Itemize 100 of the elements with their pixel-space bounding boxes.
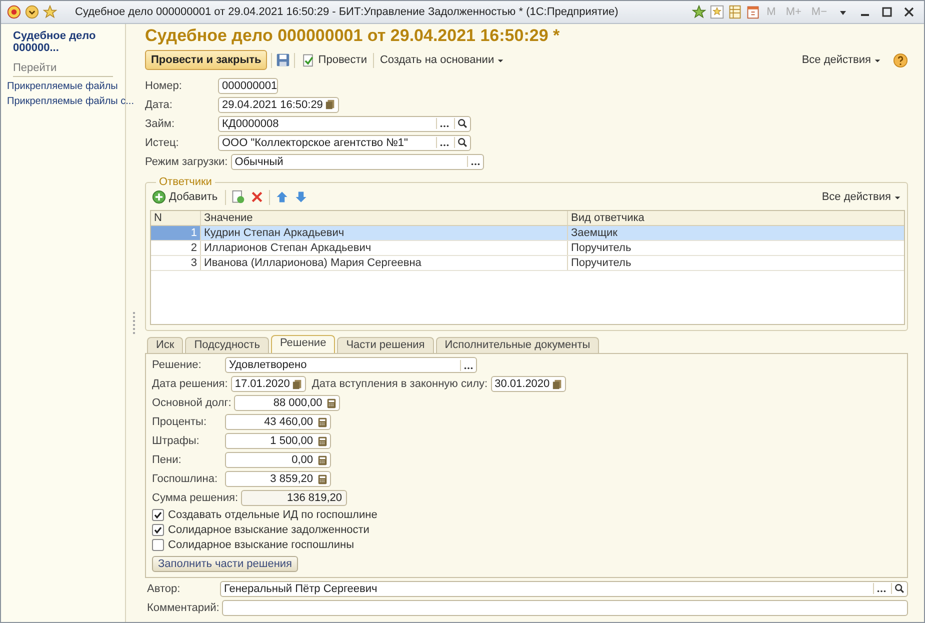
maximize-icon[interactable] — [882, 7, 892, 17]
search-icon[interactable] — [454, 118, 468, 129]
checkbox[interactable] — [152, 509, 164, 521]
field-label: Номер: — [145, 80, 183, 92]
calculator-icon[interactable] — [326, 398, 338, 408]
column-header[interactable]: Вид ответчика — [568, 211, 904, 225]
input-field[interactable]: 000000001 — [218, 78, 278, 94]
input-field[interactable]: 17.01.2020 — [230, 376, 306, 392]
field-label: Решение: — [152, 359, 202, 371]
splitter-handle[interactable] — [133, 312, 135, 334]
table-cell-text: Поручитель — [570, 256, 632, 270]
input-field[interactable]: 3 859,20 — [225, 471, 331, 487]
input-field[interactable] — [222, 600, 908, 616]
group-title: Ответчики — [158, 176, 213, 188]
tab[interactable]: Подсудность — [185, 337, 269, 353]
table-cell: 1 — [151, 226, 201, 240]
table-cell-text: Заемщик — [570, 226, 618, 240]
column-header[interactable]: Значение — [201, 211, 568, 225]
move-up-icon[interactable] — [274, 190, 289, 204]
sidebar-section-title: Перейти — [13, 62, 113, 77]
close-icon[interactable] — [904, 7, 914, 17]
choose-icon[interactable] — [436, 118, 450, 129]
caret-icon — [894, 194, 901, 200]
all-actions-menu[interactable]: Все действия — [800, 54, 883, 66]
post-button[interactable]: Провести — [299, 53, 369, 67]
tab[interactable]: Решение — [270, 335, 336, 353]
table-cell: 3 — [151, 256, 201, 270]
input-field[interactable]: 30.01.2020 — [490, 376, 566, 392]
calendar-icon[interactable] — [292, 378, 303, 390]
tab[interactable]: Исполнительные документы — [436, 337, 600, 353]
choose-icon[interactable] — [466, 156, 481, 167]
field-label: Дата: — [145, 98, 174, 110]
input-field[interactable]: Обычный — [230, 154, 484, 170]
caret-icon — [497, 56, 504, 64]
field-label: Займ: — [145, 118, 176, 130]
save-icon[interactable] — [276, 53, 290, 67]
input-field[interactable]: Удовлетворено — [225, 357, 477, 373]
table-cell: Илларионов Степан Аркадьевич — [201, 241, 568, 255]
field-label: Основной долг: — [152, 397, 232, 409]
copy-icon[interactable] — [230, 190, 245, 204]
input-field[interactable]: 29.04.2021 16:50:29 — [218, 96, 339, 112]
fill-parts-button[interactable]: Заполнить части решения — [152, 556, 298, 572]
checkbox-label: Создавать отдельные ИД по госпошлине — [168, 509, 378, 521]
input-field[interactable]: 88 000,00 — [234, 395, 340, 411]
all-actions-menu[interactable]: Все действия — [820, 191, 903, 203]
table-cell: Кудрин Степан Аркадьевич — [201, 226, 568, 240]
input-field[interactable]: 1 500,00 — [225, 433, 331, 449]
tab[interactable]: Части решения — [337, 337, 434, 353]
input-field[interactable]: Генеральный Пётр Сергеевич — [220, 580, 908, 596]
star-icon[interactable] — [43, 5, 57, 19]
checkbox[interactable] — [152, 539, 164, 551]
table-row[interactable]: 3 Иванова (Илларионова) Мария Сергеевна Поручитель — [151, 256, 904, 271]
choose-icon[interactable] — [436, 137, 450, 148]
input-field[interactable]: 43 460,00 — [225, 414, 331, 430]
calculator-icon[interactable] — [317, 474, 328, 484]
input-field[interactable]: КД0000008 — [218, 116, 471, 132]
add-button[interactable]: Добавить — [150, 190, 220, 204]
help-icon[interactable] — [893, 52, 908, 68]
sidebar-link[interactable]: Прикрепляемые файлы — [1, 79, 124, 94]
post-and-close-button[interactable]: Провести и закрыть — [145, 50, 268, 70]
table-row[interactable]: 2 Илларионов Степан Аркадьевич Поручитель — [151, 241, 904, 256]
favorites-add-icon[interactable] — [692, 5, 706, 19]
calculator-icon[interactable] — [317, 416, 328, 428]
window-title: Судебное дело 000000001 от 29.04.2021 16:50:29 - БИТ:Управление Задолженностью * (1С:Предприятие) — [75, 6, 618, 18]
delete-icon[interactable] — [250, 190, 264, 204]
table-cell: Иванова (Илларионова) Мария Сергеевна — [201, 256, 568, 270]
tab[interactable]: Иск — [147, 337, 184, 353]
sidebar-title: Судебное дело 000000... — [12, 30, 97, 54]
input-field[interactable]: ООО "Коллекторское агентство №1" — [218, 134, 471, 150]
table-row[interactable]: 1 Кудрин Степан Аркадьевич Заемщик — [151, 226, 904, 241]
plus-icon — [152, 190, 166, 204]
sidebar-link[interactable]: Прикрепляемые файлы с... — [1, 94, 140, 109]
checkbox[interactable] — [152, 524, 164, 536]
field-label: Автор: — [147, 582, 182, 594]
field-label: Сумма решения: — [152, 492, 238, 504]
input-field[interactable]: 0,00 — [225, 452, 331, 468]
calculator-icon[interactable] — [317, 436, 328, 446]
choose-icon[interactable] — [873, 583, 887, 594]
field-label: Госпошлина: — [152, 473, 219, 485]
caret-icon — [874, 56, 881, 64]
field-label: Пени: — [152, 454, 182, 466]
app-logo-icon[interactable] — [7, 5, 21, 19]
choose-icon[interactable] — [460, 360, 474, 370]
checkbox-label: Солидарное взыскание госпошлины — [168, 539, 354, 551]
calendar-icon[interactable] — [552, 378, 563, 390]
table-cell: 2 — [151, 241, 201, 255]
table-icon[interactable] — [728, 5, 742, 19]
calculator-icon[interactable] — [317, 454, 328, 466]
table-cell-text: Поручитель — [570, 241, 632, 255]
search-icon[interactable] — [891, 583, 905, 594]
create-based-on-menu[interactable]: Создать на основании — [378, 54, 506, 66]
move-down-icon[interactable] — [294, 190, 308, 204]
field-label: Проценты: — [152, 416, 208, 428]
column-header[interactable]: N — [151, 211, 201, 225]
calendar-icon[interactable] — [324, 99, 336, 110]
calendar-icon[interactable] — [746, 5, 760, 19]
menu-dropdown-icon[interactable] — [25, 5, 39, 19]
input-field[interactable]: 136 819,20 — [241, 490, 348, 506]
search-icon[interactable] — [454, 137, 468, 148]
document-check-icon — [301, 53, 316, 67]
